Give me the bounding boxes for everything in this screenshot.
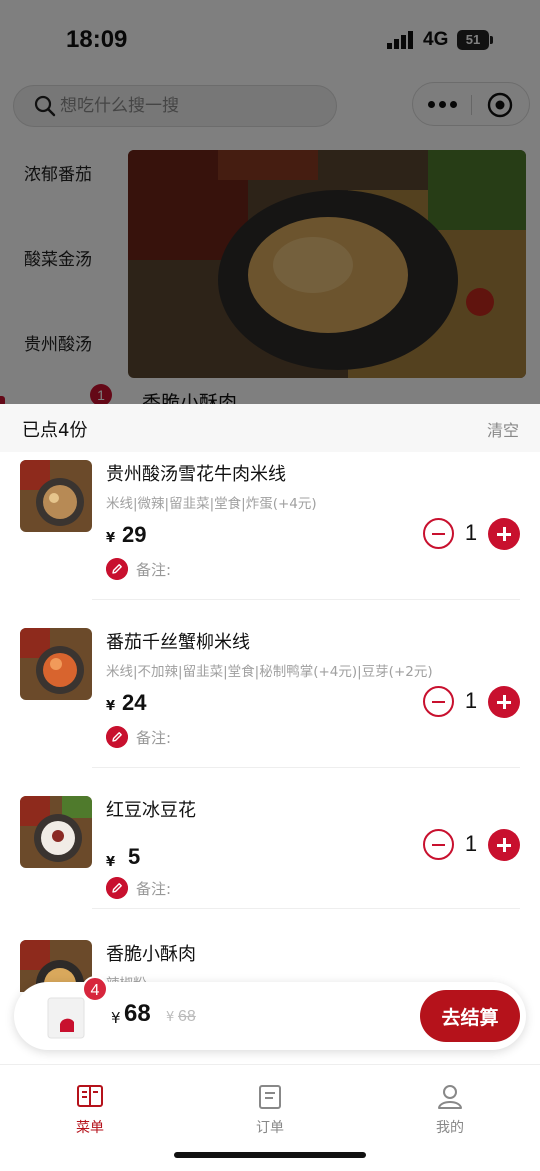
tab-profile[interactable]: 我的 [400, 1083, 500, 1137]
edit-note-icon[interactable] [106, 558, 128, 580]
tab-label: 我的 [436, 1120, 464, 1136]
decrease-quantity-button[interactable] [423, 686, 454, 717]
tab-orders[interactable]: 订单 [220, 1083, 320, 1137]
item-divider [92, 767, 520, 768]
checkout-button[interactable]: 去结算 [420, 990, 520, 1042]
clear-cart-button[interactable]: 清空 [487, 417, 519, 441]
item-thumbnail [20, 460, 92, 532]
original-price: 68 [178, 1008, 196, 1025]
item-quantity: 1 [464, 688, 478, 713]
profile-icon [438, 1085, 462, 1109]
item-spec: 米线|不加辣|留韭菜|堂食|秘制鸭掌(+4元)|豆芽(+2元) [106, 664, 433, 680]
item-name: 番茄千丝蟹柳米线 [106, 632, 250, 653]
shopping-bag-icon[interactable] [46, 994, 88, 1040]
menu-page: 18:09 4G 51 浓郁番茄 酸菜金汤 贵州酸汤 1 特 [0, 0, 540, 404]
currency-symbol: ¥ [111, 1009, 121, 1027]
cart-count-badge: 4 [82, 976, 108, 1002]
order-list-icon [259, 1085, 281, 1109]
item-thumbnail [20, 796, 92, 868]
note-label[interactable]: 备注: [136, 559, 171, 580]
home-indicator [174, 1152, 366, 1158]
total-price: 68 [124, 1000, 151, 1027]
increase-quantity-button[interactable] [488, 829, 520, 861]
checkout-bar: 4 ¥ 68 ¥ 68 去结算 [14, 976, 526, 1050]
item-thumbnail [20, 628, 92, 700]
cart-item: 红豆冰豆花 ¥ 5 备注: 1 [0, 792, 540, 960]
item-name: 红豆冰豆花 [106, 800, 196, 821]
decrease-quantity-button[interactable] [423, 829, 454, 860]
currency-symbol: ¥ [106, 531, 116, 546]
increase-quantity-button[interactable] [488, 518, 520, 550]
tab-label: 订单 [256, 1120, 284, 1136]
tab-menu[interactable]: 菜单 [40, 1083, 140, 1137]
cart-header: 已点4份 清空 [0, 404, 540, 452]
item-divider [92, 599, 520, 600]
modal-overlay[interactable] [0, 0, 540, 404]
cart-count-label: 已点4份 [22, 420, 88, 441]
item-name: 贵州酸汤雪花牛肉米线 [106, 464, 286, 485]
item-price: 29 [122, 522, 147, 547]
decrease-quantity-button[interactable] [423, 518, 454, 549]
item-spec: 米线|微辣|留韭菜|堂食|炸蛋(+4元) [106, 496, 317, 512]
currency-symbol: ¥ [106, 699, 116, 714]
tab-label: 菜单 [76, 1120, 104, 1136]
item-divider [92, 908, 520, 909]
note-label[interactable]: 备注: [136, 727, 171, 748]
cart-item-list[interactable]: 贵州酸汤雪花牛肉米线 米线|微辣|留韭菜|堂食|炸蛋(+4元) ¥ 29 备注:… [0, 452, 540, 992]
item-name: 香脆小酥肉 [106, 944, 196, 965]
currency-symbol: ¥ [106, 855, 116, 870]
edit-note-icon[interactable] [106, 877, 128, 899]
menu-book-icon [77, 1085, 103, 1107]
cart-item: 贵州酸汤雪花牛肉米线 米线|微辣|留韭菜|堂食|炸蛋(+4元) ¥ 29 备注:… [0, 456, 540, 624]
cart-sheet: 已点4份 清空 贵州酸汤雪花牛肉米线 米线|微辣|留韭菜|堂食|炸蛋(+4元) … [0, 404, 540, 1171]
cart-item: 番茄千丝蟹柳米线 米线|不加辣|留韭菜|堂食|秘制鸭掌(+4元)|豆芽(+2元)… [0, 624, 540, 792]
item-price: 5 [128, 844, 141, 869]
item-quantity: 1 [464, 831, 478, 856]
item-quantity: 1 [464, 520, 478, 545]
item-price: 24 [122, 690, 147, 715]
increase-quantity-button[interactable] [488, 686, 520, 718]
original-currency-symbol: ¥ [166, 1010, 175, 1025]
edit-note-icon[interactable] [106, 726, 128, 748]
note-label[interactable]: 备注: [136, 878, 171, 899]
